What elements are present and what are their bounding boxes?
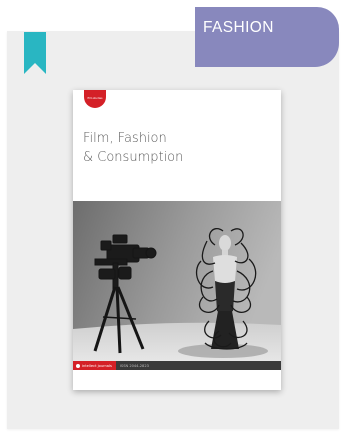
bookmark-icon[interactable] <box>24 32 46 74</box>
footer-brand: intellect journals <box>73 361 116 370</box>
cover-badge-text: film studies <box>87 97 103 100</box>
cover-photo <box>73 201 281 361</box>
journal-cover[interactable]: film studies Film, Fashion & Consumption <box>73 90 281 390</box>
category-label: FASHION <box>203 19 274 36</box>
cover-title-line-1: Film, Fashion <box>83 131 167 146</box>
intellect-logo-icon <box>76 363 80 368</box>
footer-issn: ISSN 2044-2823 <box>119 363 149 368</box>
cover-footer: intellect journals ISSN 2044-2823 <box>73 361 281 370</box>
footer-brand-text: intellect journals <box>82 363 112 368</box>
category-tab[interactable]: FASHION <box>195 7 339 67</box>
cover-title: Film, Fashion & Consumption <box>83 129 273 167</box>
cover-badge: film studies <box>84 90 106 108</box>
cover-title-line-2: & Consumption <box>83 150 184 165</box>
